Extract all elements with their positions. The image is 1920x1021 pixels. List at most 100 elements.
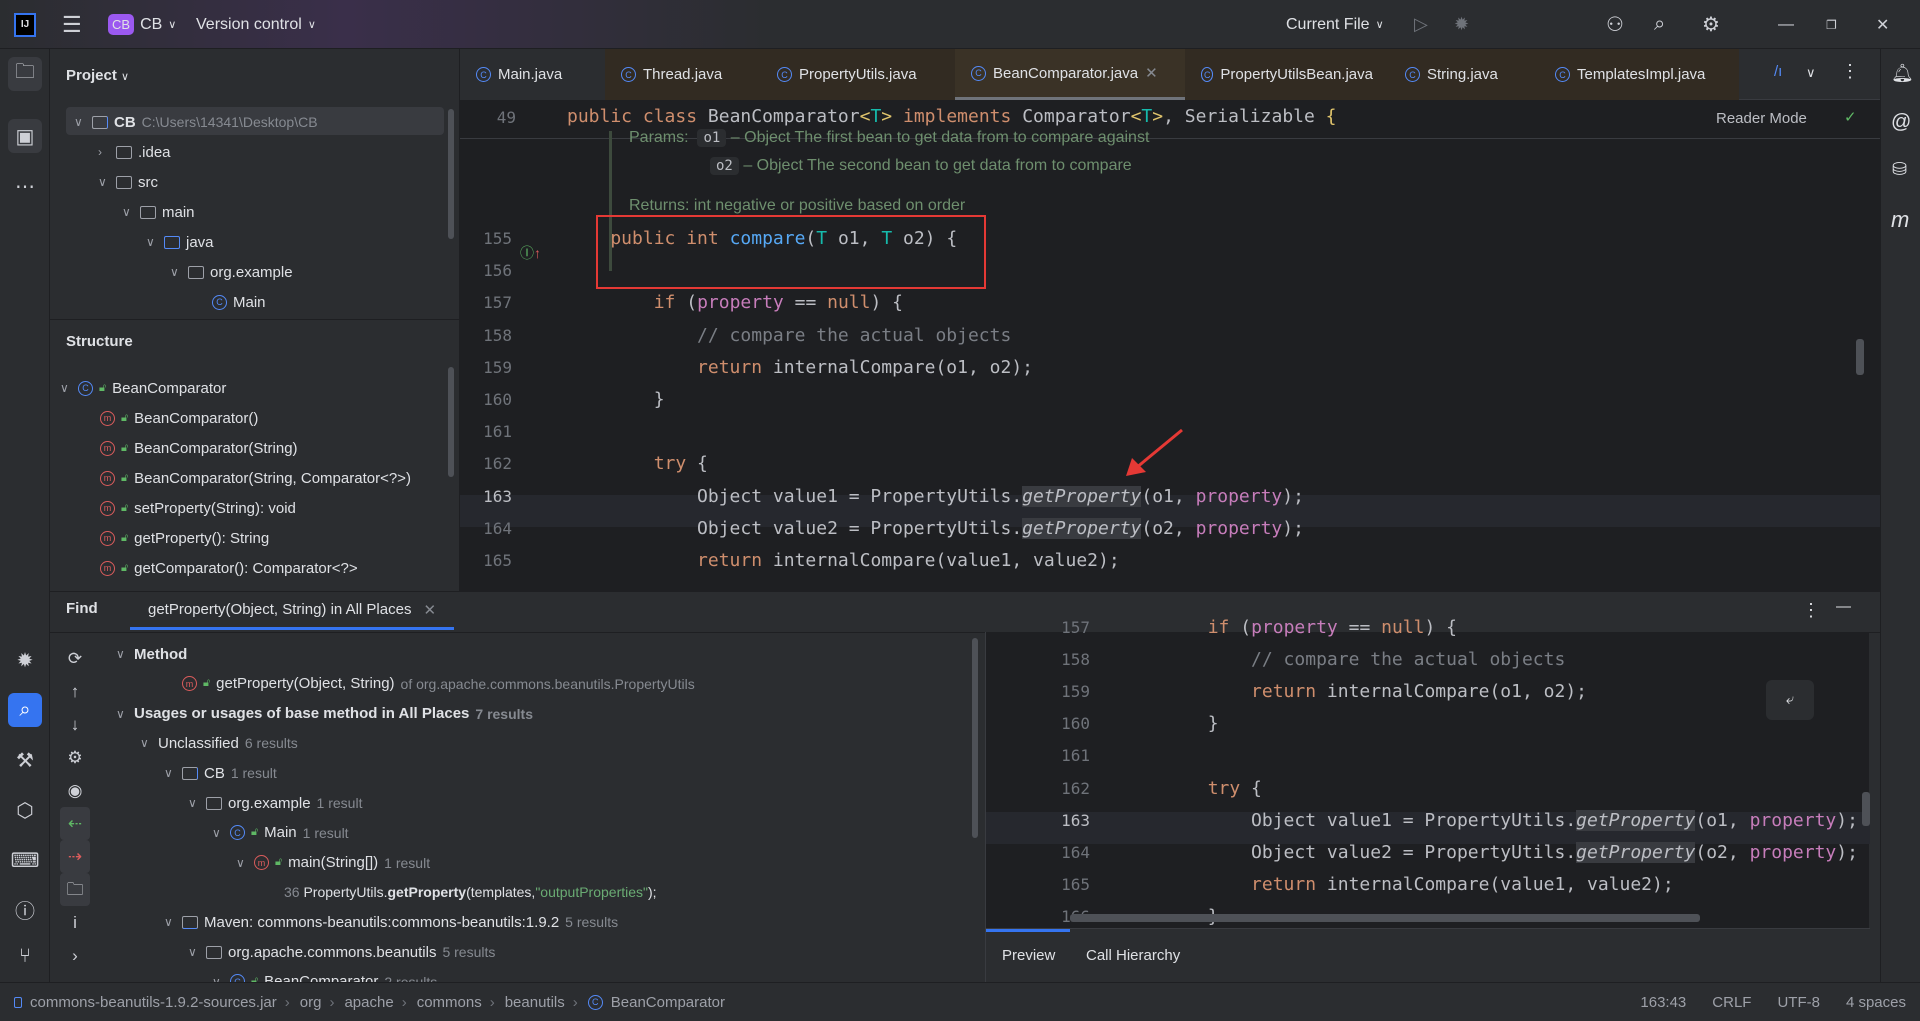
find-tree-item[interactable]: ∨ org.apache.commons.beanutils 5 results xyxy=(188,938,495,966)
project-tree-item[interactable]: ∨ CB C:\Users\14341\Desktop\CB xyxy=(74,108,318,136)
find-tree-item[interactable]: ∨ CB 1 result xyxy=(164,759,277,787)
structure-item[interactable]: m 🔓︎ getComparator(): Comparator<?> xyxy=(100,554,358,582)
project-panel-title[interactable]: Project ∨ xyxy=(66,67,129,84)
minimize-icon[interactable]: — xyxy=(1778,16,1794,34)
code-line[interactable]: try { xyxy=(567,448,708,480)
editor-tab[interactable]: C Thread.java xyxy=(605,49,761,100)
chevron-down-icon[interactable]: ∨ xyxy=(116,707,128,721)
chevron-right-icon[interactable]: › xyxy=(98,145,110,159)
vcs-selector[interactable]: Version control ∨ xyxy=(196,0,316,49)
chevron-down-icon[interactable]: ∨ xyxy=(1806,65,1816,81)
settings-icon[interactable]: ⚙ xyxy=(60,741,90,774)
structure-tool-icon[interactable]: ▣ xyxy=(8,119,42,153)
structure-item[interactable]: m 🔓︎ BeanComparator(String, Comparator<?>) xyxy=(100,464,411,492)
editor-tab[interactable]: C BeanComparator.java ✕ xyxy=(955,49,1185,100)
chevron-down-icon[interactable]: ∨ xyxy=(140,736,152,750)
services-tool-icon[interactable]: ⬡ xyxy=(8,793,42,827)
project-tree-item[interactable]: C Main xyxy=(194,288,266,316)
arrow-up-icon[interactable]: ↑ xyxy=(60,675,90,708)
gear-icon[interactable]: ⚙ xyxy=(1702,12,1720,37)
reader-mode-button[interactable]: Reader Mode xyxy=(1716,110,1807,127)
read-access-icon[interactable]: ⇠ xyxy=(60,807,90,840)
chevron-down-icon[interactable]: ∨ xyxy=(212,826,224,840)
chevron-down-icon[interactable]: ∨ xyxy=(116,647,128,661)
breadcrumb-item[interactable]: commons-beanutils-1.9.2-sources.jar › xyxy=(14,994,290,1011)
tab-call-hierarchy[interactable]: Call Hierarchy xyxy=(1086,947,1180,964)
minimize-panel-icon[interactable]: — xyxy=(1836,598,1851,615)
notifications-icon[interactable]: 🔔︎ xyxy=(1891,63,1914,84)
find-tree-item[interactable]: ∨ Method xyxy=(116,640,187,668)
project-scrollbar[interactable] xyxy=(448,109,454,239)
implements-gutter-icon[interactable]: Ⓘ↑ xyxy=(520,243,541,263)
code-line[interactable]: return internalCompare(o1, o2); xyxy=(567,352,1033,384)
chevron-down-icon[interactable]: ∨ xyxy=(164,766,176,780)
find-scrollbar[interactable] xyxy=(972,638,978,838)
database-icon[interactable]: ⛁ xyxy=(1892,159,1907,180)
expand-icon[interactable]: › xyxy=(60,939,90,972)
find-tree-item[interactable]: ∨ Maven: commons-beanutils:commons-beanut… xyxy=(164,908,618,936)
find-tool-icon[interactable]: ⌕ xyxy=(8,693,42,727)
close-tab-icon[interactable]: ✕ xyxy=(423,601,436,619)
chevron-down-icon[interactable]: ∨ xyxy=(98,175,110,189)
line-separator[interactable]: CRLF xyxy=(1712,994,1751,1011)
breadcrumb-item[interactable]: C BeanComparator xyxy=(587,994,725,1011)
code-line[interactable]: // compare the actual objects xyxy=(567,320,1011,352)
chevron-down-icon[interactable]: ∨ xyxy=(164,915,176,929)
code-line[interactable]: } xyxy=(567,384,665,416)
write-access-icon[interactable]: ⇢ xyxy=(60,840,90,873)
restore-icon[interactable]: ❐ xyxy=(1826,18,1837,32)
editor-scrollbar[interactable] xyxy=(1856,339,1864,375)
close-tab-icon[interactable]: ✕ xyxy=(1145,64,1158,82)
project-tree-item[interactable]: ∨ org.example xyxy=(170,258,293,286)
run-config-selector[interactable]: Current File ∨ xyxy=(1286,0,1384,49)
rerun-icon[interactable]: ⟳ xyxy=(60,642,90,675)
file-encoding[interactable]: UTF-8 xyxy=(1777,994,1820,1011)
find-tab[interactable]: getProperty(Object, String) in All Place… xyxy=(130,592,455,630)
chevron-down-icon[interactable]: ∨ xyxy=(170,265,182,279)
search-icon[interactable]: ⌕ xyxy=(1654,13,1665,36)
tab-preview[interactable]: Preview xyxy=(1002,947,1055,964)
chevron-down-icon[interactable]: ∨ xyxy=(236,856,248,870)
find-tree-item[interactable]: ∨ Unclassified 6 results xyxy=(140,729,298,757)
breadcrumb-item[interactable]: apache › xyxy=(344,994,406,1011)
structure-item[interactable]: m 🔓︎ getProperty(): String xyxy=(100,524,269,552)
maven-icon[interactable]: m xyxy=(1891,207,1909,233)
preview-icon[interactable]: ◉ xyxy=(60,774,90,807)
find-tree-item[interactable]: ∨ m 🔓︎ main(String[]) 1 result xyxy=(236,849,430,877)
structure-item[interactable]: m 🔓︎ BeanComparator(String) xyxy=(100,434,298,462)
usage-item[interactable]: 36 PropertyUtils.getProperty(templates,"… xyxy=(284,878,657,906)
code-line[interactable]: Object value1 = PropertyUtils.getPropert… xyxy=(567,481,1304,513)
tab-options-icon[interactable]: ⋮ xyxy=(1841,61,1859,82)
code-line[interactable]: if (property == null) { xyxy=(567,287,903,319)
ai-assistant-icon[interactable]: @ xyxy=(1891,111,1911,134)
options-icon[interactable]: ⋮ xyxy=(1802,600,1820,621)
run-icon[interactable]: ▷ xyxy=(1414,14,1428,35)
caret-position[interactable]: 163:43 xyxy=(1640,994,1686,1011)
build-tool-icon[interactable]: ⚒ xyxy=(8,743,42,777)
chevron-down-icon[interactable]: ∨ xyxy=(122,205,134,219)
chevron-down-icon[interactable]: ∨ xyxy=(188,796,200,810)
chevron-down-icon[interactable]: ∨ xyxy=(74,115,86,129)
editor-tab[interactable]: C Main.java xyxy=(460,49,605,100)
close-icon[interactable]: ✕ xyxy=(1876,15,1889,35)
chevron-down-icon[interactable]: ∨ xyxy=(146,235,158,249)
breadcrumb-item[interactable]: commons › xyxy=(417,994,495,1011)
preview-hscrollbar[interactable] xyxy=(1070,914,1700,922)
editor-tab[interactable]: C String.java xyxy=(1389,49,1539,100)
project-selector[interactable]: CB CB ∨ xyxy=(108,0,176,49)
info-icon[interactable]: i xyxy=(60,906,90,939)
indent-setting[interactable]: 4 spaces xyxy=(1846,994,1906,1011)
find-tree-item[interactable]: m 🔓︎ getProperty(Object, String) of org.apa… xyxy=(164,670,695,698)
find-tree-item[interactable]: ∨ org.example 1 result xyxy=(188,789,362,817)
git-tool-icon[interactable]: ⑂ xyxy=(8,939,42,973)
editor-tab[interactable]: C TemplatesImpl.java xyxy=(1539,49,1739,100)
more-tabs-icon[interactable]: /ı xyxy=(1774,63,1782,80)
code-line[interactable]: Object value2 = PropertyUtils.getPropert… xyxy=(567,513,1304,545)
arrow-down-icon[interactable]: ↓ xyxy=(60,708,90,741)
debug-tool-icon[interactable]: ✹ xyxy=(8,643,42,677)
group-by-module-icon[interactable]: 🗀 xyxy=(60,873,90,906)
editor-tab[interactable]: C PropertyUtils.java xyxy=(761,49,955,100)
debug-icon[interactable]: ✹ xyxy=(1454,14,1469,35)
editor-tab[interactable]: C PropertyUtilsBean.java xyxy=(1185,49,1389,100)
project-tree-item[interactable]: › .idea xyxy=(98,138,171,166)
